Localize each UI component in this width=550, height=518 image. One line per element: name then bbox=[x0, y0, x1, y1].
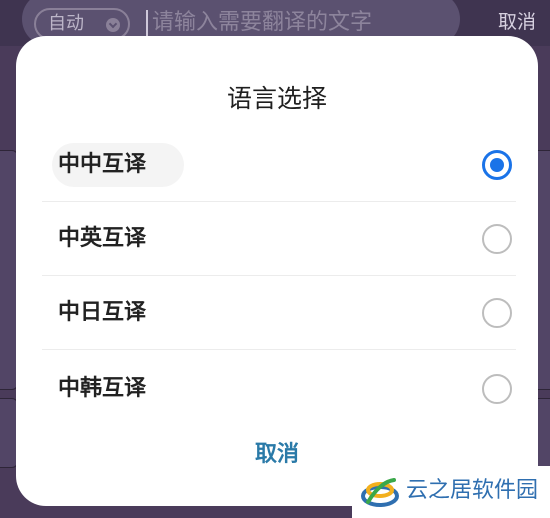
option-zh-en[interactable]: 中英互译 bbox=[42, 202, 516, 276]
language-chip-label: 自动 bbox=[48, 13, 84, 34]
option-zh-zh[interactable]: 中中互译 bbox=[42, 128, 516, 202]
chevron-down-icon bbox=[106, 18, 120, 32]
option-label: 中日互译 bbox=[58, 300, 147, 325]
watermark: 云之居软件园 bbox=[352, 466, 550, 518]
watermark-text: 云之居软件园 bbox=[406, 478, 539, 503]
watermark-logo-icon bbox=[361, 478, 399, 507]
radio-unselected-icon[interactable] bbox=[482, 374, 512, 404]
option-label: 中韩互译 bbox=[58, 376, 147, 401]
dialog-title: 语言选择 bbox=[226, 84, 327, 113]
language-select-dialog: 语言选择 中中互译 中英互译 中日互译 中韩互译 取消 bbox=[16, 36, 538, 506]
option-zh-ja[interactable]: 中日互译 bbox=[42, 276, 516, 350]
search-placeholder: 请输入需要翻译的文字 bbox=[152, 10, 373, 35]
top-cancel-button[interactable]: 取消 bbox=[498, 8, 536, 36]
option-zh-ko[interactable]: 中韩互译 bbox=[42, 352, 516, 426]
radio-selected-icon[interactable] bbox=[482, 150, 512, 180]
radio-unselected-icon[interactable] bbox=[482, 298, 512, 328]
text-cursor bbox=[146, 10, 148, 36]
option-label: 中英互译 bbox=[58, 226, 147, 251]
radio-unselected-icon[interactable] bbox=[482, 224, 512, 254]
option-label: 中中互译 bbox=[52, 143, 185, 187]
